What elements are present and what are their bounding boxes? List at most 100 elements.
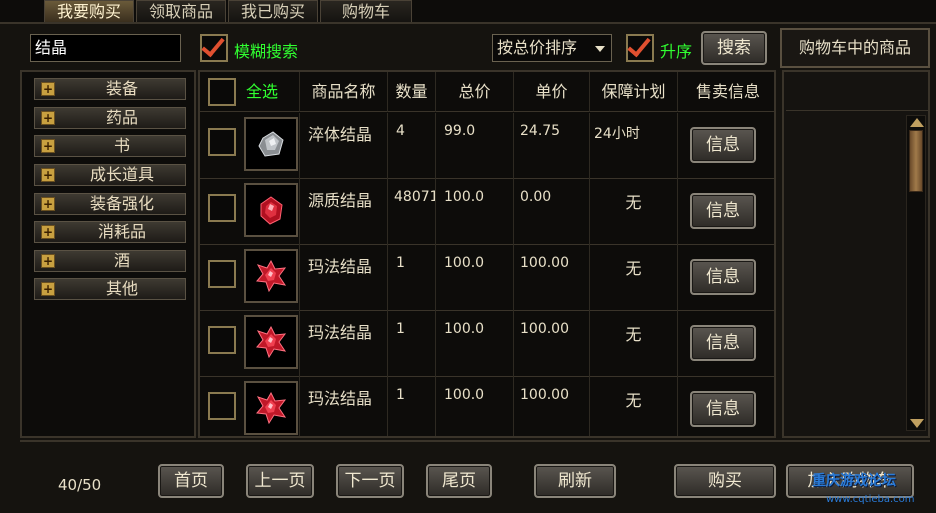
chevron-down-icon: [595, 46, 605, 52]
info-button[interactable]: 信息: [690, 127, 756, 163]
item-slot[interactable]: [244, 117, 298, 171]
red-crystal-icon: [256, 326, 287, 358]
row-checkbox[interactable]: [208, 194, 236, 222]
header-name: 商品名称: [300, 72, 388, 112]
next-page-button[interactable]: 下一页: [336, 464, 404, 498]
tab-purchased[interactable]: 我已购买: [228, 0, 318, 22]
info-button[interactable]: 信息: [690, 193, 756, 229]
check-icon: [627, 32, 651, 58]
header-total-price: 总价: [436, 72, 514, 112]
prev-page-button[interactable]: 上一页: [246, 464, 314, 498]
item-slot[interactable]: [244, 183, 298, 237]
fuzzy-search-label: 模糊搜索: [234, 42, 299, 61]
row-checkbox[interactable]: [208, 260, 236, 288]
select-all-checkbox[interactable]: [208, 78, 236, 106]
category-label: 药品: [105, 108, 138, 127]
first-page-button[interactable]: 首页: [158, 464, 224, 498]
table-row[interactable]: 淬体结晶 4 99.0 24.75 24小时 信息: [200, 113, 774, 179]
fuzzy-search-checkbox[interactable]: [200, 32, 228, 62]
expand-icon: +: [41, 254, 55, 268]
forum-watermark: 重庆游戏论坛: [812, 473, 896, 489]
item-slot[interactable]: [244, 315, 298, 369]
item-unit-price: 100.00: [514, 377, 590, 436]
item-unit-price: 100.00: [514, 245, 590, 311]
info-button[interactable]: 信息: [690, 259, 756, 295]
table-row[interactable]: 玛法结晶 1 100.0 100.00 无 信息: [200, 311, 774, 377]
cart-scrollbar[interactable]: [906, 115, 926, 431]
expand-icon: +: [41, 139, 55, 153]
item-name: 源质结晶: [300, 179, 388, 245]
select-all-label[interactable]: 全选: [246, 72, 278, 112]
sort-select[interactable]: 按总价排序: [492, 34, 612, 62]
red-crystal-icon: [256, 392, 287, 424]
select-all-cell: 全选: [200, 72, 300, 112]
category-enhancement[interactable]: + 装备强化: [34, 193, 186, 215]
row-checkbox[interactable]: [208, 128, 236, 156]
item-quantity: 4: [388, 113, 436, 179]
category-growth-items[interactable]: + 成长道具: [34, 164, 186, 186]
scroll-up-icon[interactable]: [910, 118, 924, 127]
last-page-button[interactable]: 尾页: [426, 464, 492, 498]
item-unit-price: 0.00: [514, 179, 590, 245]
expand-icon: +: [41, 197, 55, 211]
scroll-thumb[interactable]: [909, 130, 923, 192]
category-label: 书: [113, 136, 130, 155]
expand-icon: +: [41, 168, 55, 182]
item-table: 全选 商品名称 数量 总价 单价 保障计划 售卖信息 淬体结晶 4 99.0 2…: [198, 70, 776, 438]
expand-icon: +: [41, 282, 55, 296]
ascending-label: 升序: [660, 42, 693, 61]
category-potions[interactable]: + 药品: [34, 107, 186, 129]
row-select-cell: [200, 113, 300, 179]
search-input[interactable]: 结晶: [30, 34, 181, 62]
search-button[interactable]: 搜索: [701, 31, 767, 65]
category-label: 其他: [105, 279, 138, 298]
item-slot[interactable]: [244, 381, 298, 435]
cart-title: 购物车中的商品: [780, 28, 930, 68]
tab-cart[interactable]: 购物车: [320, 0, 412, 22]
category-other[interactable]: + 其他: [34, 278, 186, 300]
cart-panel: [782, 70, 930, 438]
scroll-down-icon[interactable]: [910, 419, 924, 428]
sale-info-cell: 信息: [678, 377, 774, 436]
item-guarantee: 无: [590, 311, 678, 377]
category-equipment[interactable]: + 装备: [34, 78, 186, 100]
category-label: 装备强化: [89, 194, 154, 213]
sale-info-cell: 信息: [678, 179, 774, 245]
row-select-cell: [200, 179, 300, 245]
item-unit-price: 24.75: [514, 113, 590, 179]
header-guarantee: 保障计划: [590, 72, 678, 112]
gray-crystal-icon: [258, 131, 284, 157]
item-guarantee: 无: [590, 245, 678, 311]
tab-claim[interactable]: 领取商品: [136, 0, 226, 22]
expand-icon: +: [41, 82, 55, 96]
header-sale-info: 售卖信息: [695, 82, 760, 101]
category-books[interactable]: + 书: [34, 135, 186, 157]
item-quantity: 48071: [388, 179, 436, 245]
item-name: 玛法结晶: [300, 377, 388, 436]
category-consumables[interactable]: + 消耗品: [34, 221, 186, 243]
header-unit-price: 单价: [514, 72, 590, 112]
row-checkbox[interactable]: [208, 326, 236, 354]
table-row[interactable]: 源质结晶 48071 100.0 0.00 无 信息: [200, 179, 774, 245]
buy-button[interactable]: 购买: [674, 464, 776, 498]
row-checkbox[interactable]: [208, 392, 236, 420]
tab-buy[interactable]: 我要购买: [44, 0, 134, 22]
info-button[interactable]: 信息: [690, 325, 756, 361]
table-row[interactable]: 玛法结晶 1 100.0 100.00 无 信息: [200, 377, 774, 436]
item-unit-price: 100.00: [514, 311, 590, 377]
info-button[interactable]: 信息: [690, 391, 756, 427]
red-crystal-icon: [256, 260, 287, 292]
table-row[interactable]: 玛法结晶 1 100.0 100.00 无 信息: [200, 245, 774, 311]
item-name: 玛法结晶: [300, 311, 388, 377]
item-name: 玛法结晶: [300, 245, 388, 311]
page-indicator: 40/50: [58, 476, 102, 494]
item-slot[interactable]: [244, 249, 298, 303]
expand-icon: +: [41, 225, 55, 239]
item-quantity: 1: [388, 311, 436, 377]
item-total-price: 100.0: [436, 179, 514, 245]
item-quantity: 1: [388, 245, 436, 311]
refresh-button[interactable]: 刷新: [534, 464, 616, 498]
category-wine[interactable]: + 酒: [34, 250, 186, 272]
ascending-checkbox[interactable]: [626, 32, 654, 62]
sort-select-value: 按总价排序: [497, 38, 578, 57]
